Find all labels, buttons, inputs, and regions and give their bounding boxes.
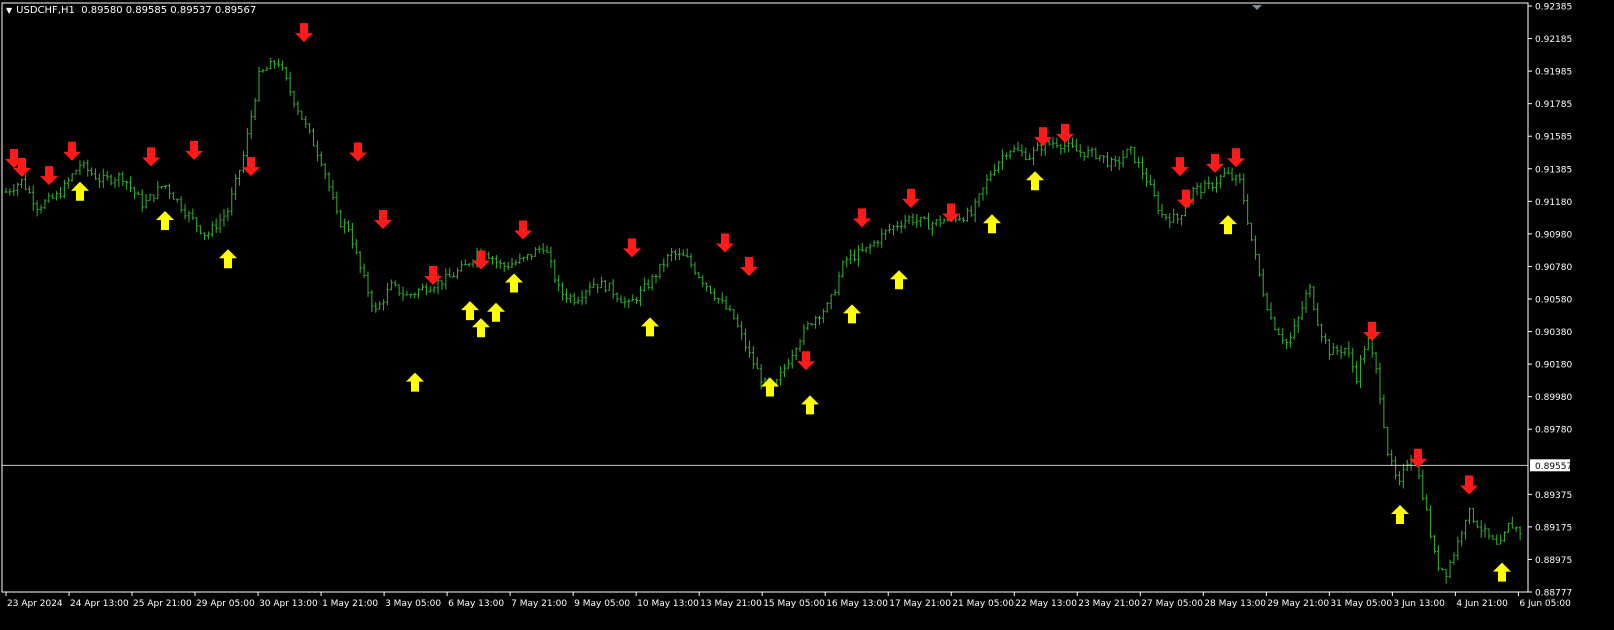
y-tick-label: 0.90380 bbox=[1535, 328, 1572, 338]
x-tick-label: 25 Apr 21:00 bbox=[133, 599, 192, 609]
x-tick-label: 23 Apr 2024 bbox=[7, 599, 63, 609]
ohlc-close: 0.89567 bbox=[214, 5, 257, 16]
symbol-label: USDCHF,H1 bbox=[16, 5, 75, 16]
x-tick-label: 1 May 21:00 bbox=[322, 599, 378, 609]
y-tick-label: 0.89980 bbox=[1535, 393, 1572, 403]
x-tick-label: 10 May 13:00 bbox=[637, 599, 699, 609]
x-tick-label: 29 Apr 05:00 bbox=[196, 599, 255, 609]
y-tick-label: 0.91385 bbox=[1535, 165, 1572, 175]
y-tick-label: 0.91180 bbox=[1535, 198, 1572, 208]
x-tick-label: 6 Jun 05:00 bbox=[1519, 599, 1571, 609]
y-tick-label: 0.91985 bbox=[1535, 68, 1572, 78]
y-tick-label: 0.88777 bbox=[1535, 589, 1572, 599]
x-tick-label: 24 Apr 13:00 bbox=[70, 599, 129, 609]
y-tick-label: 0.91585 bbox=[1535, 133, 1572, 143]
chart-canvas[interactable]: 0.92385 0.92185 0.91985 0.91785 0.91585 0.913… bbox=[0, 0, 1614, 626]
x-tick-label: 30 Apr 13:00 bbox=[259, 599, 318, 609]
ohlc-open: 0.89580 bbox=[81, 5, 123, 16]
x-tick-label: 13 May 21:00 bbox=[700, 599, 762, 609]
y-tick-label: 0.90580 bbox=[1535, 296, 1572, 306]
x-tick-label: 3 Jun 13:00 bbox=[1393, 599, 1445, 609]
x-tick-label: 22 May 13:00 bbox=[1015, 599, 1077, 609]
x-tick-label: 9 May 05:00 bbox=[574, 599, 630, 609]
x-tick-label: 4 Jun 21:00 bbox=[1456, 599, 1508, 609]
y-tick-label: 0.88975 bbox=[1535, 556, 1572, 566]
y-tick-label: 0.89780 bbox=[1535, 426, 1572, 436]
x-tick-label: 31 May 05:00 bbox=[1330, 599, 1392, 609]
y-tick-label: 0.90780 bbox=[1535, 263, 1572, 273]
y-tick-label: 0.92385 bbox=[1535, 3, 1572, 13]
y-tick-label: 0.91785 bbox=[1535, 100, 1572, 110]
x-tick-label: 16 May 13:00 bbox=[826, 599, 888, 609]
x-tick-label: 28 May 13:00 bbox=[1204, 599, 1266, 609]
y-tick-label: 0.89375 bbox=[1535, 491, 1572, 501]
chart-background bbox=[0, 0, 1614, 626]
y-tick-label: 0.90980 bbox=[1535, 230, 1572, 240]
x-tick-label: 27 May 05:00 bbox=[1141, 599, 1203, 609]
x-tick-label: 6 May 13:00 bbox=[448, 599, 504, 609]
x-tick-label: 17 May 21:00 bbox=[889, 599, 951, 609]
x-tick-label: 29 May 21:00 bbox=[1267, 599, 1329, 609]
y-tick-label: 0.90180 bbox=[1535, 361, 1572, 371]
y-tick-label: 0.92185 bbox=[1535, 35, 1572, 45]
price-chart[interactable]: 0.92385 0.92185 0.91985 0.91785 0.91585 0.913… bbox=[0, 0, 1614, 626]
x-tick-label: 21 May 05:00 bbox=[952, 599, 1014, 609]
ohlc-high: 0.89585 bbox=[125, 5, 168, 16]
ohlc-low: 0.89537 bbox=[170, 5, 212, 16]
current-price-label: 0.89557 bbox=[1535, 462, 1572, 472]
x-tick-label: 7 May 21:00 bbox=[511, 599, 567, 609]
symbol-header: ▼ USDCHF,H1 0.89580 0.89585 0.89537 0.895… bbox=[6, 5, 256, 16]
x-tick-label: 15 May 05:00 bbox=[763, 599, 825, 609]
x-tick-label: 3 May 05:00 bbox=[385, 599, 441, 609]
x-tick-label: 23 May 21:00 bbox=[1078, 599, 1140, 609]
collapse-triangle-icon[interactable]: ▼ bbox=[6, 6, 12, 15]
y-tick-label: 0.89175 bbox=[1535, 523, 1572, 533]
